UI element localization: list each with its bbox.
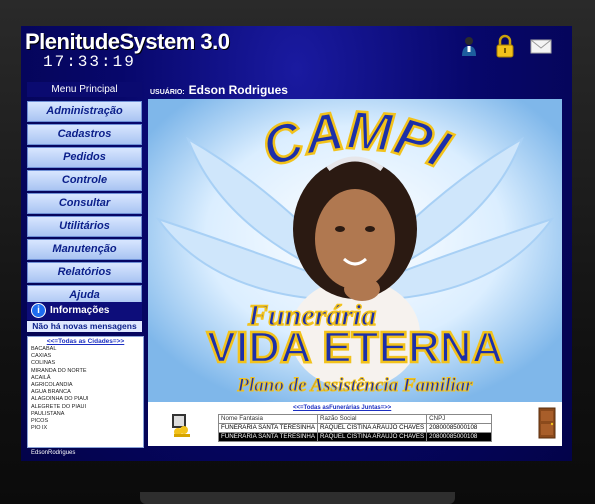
menu-item-relatorios[interactable]: Relatórios	[27, 262, 142, 283]
banner: CAMPI Funerária VIDA ETERNA Plano de Ass…	[148, 99, 562, 402]
list-item[interactable]: MIRANDA DO NORTE	[31, 368, 143, 375]
list-item[interactable]: AGUA BRANCA	[31, 389, 143, 396]
menu-item-consultar[interactable]: Consultar	[27, 193, 142, 214]
list-item[interactable]: ALEGRETE DO PIAUI	[31, 404, 143, 411]
table-cell: RAQUEL CISTINA ARAUJO CHAVES	[316, 432, 428, 442]
table-cell: RAQUEL CISTINA ARAUJO CHAVES	[316, 423, 428, 433]
people-icon[interactable]	[170, 410, 194, 438]
clock: 17:33:19	[43, 53, 136, 71]
table-cell: 20800085000108	[426, 432, 493, 442]
table-header-row: Nome Fantasia Razão Social CNPJ	[218, 414, 493, 424]
all-funerarias-link[interactable]: <<=Todas asFunerárias Juntas=>>	[293, 405, 391, 411]
column-header[interactable]: Razão Social	[316, 414, 428, 424]
info-label: Informações	[50, 305, 110, 316]
table-cell: FUNERARIA SANTA TERESINHA	[218, 423, 318, 433]
list-item[interactable]: CAXIAS	[31, 353, 143, 360]
app-title: PlenitudeSystem 3.0	[25, 29, 230, 54]
user-name: Edson Rodrigues	[188, 83, 288, 97]
all-cities-link[interactable]: <<=Todas as Cidades=>>	[28, 337, 143, 346]
monitor-stand	[140, 492, 455, 504]
menu-item-manutencao[interactable]: Manutenção	[27, 239, 142, 260]
menu-item-utilitarios[interactable]: Utilitários	[27, 216, 142, 237]
list-item[interactable]: ALAGOINHA DO PIAUI	[31, 396, 143, 403]
list-item[interactable]: PICOS	[31, 418, 143, 425]
cities-panel: <<=Todas as Cidades=>> BACABAL CAXIAS CO…	[27, 336, 144, 448]
user-label: USUÁRIO:	[150, 89, 185, 96]
info-icon: i	[31, 302, 46, 318]
table-cell: FUNERARIA SANTA TERESINHA	[218, 432, 318, 442]
screen: PlenitudeSystem 3.0 17:33:19 Menu Princi…	[21, 26, 572, 461]
brand-text: VIDA ETERNA	[207, 323, 504, 372]
list-item[interactable]: PIO IX	[31, 425, 143, 432]
menu-item-pedidos[interactable]: Pedidos	[27, 147, 142, 168]
menu-item-controle[interactable]: Controle	[27, 170, 142, 191]
banner-artwork: CAMPI Funerária VIDA ETERNA Plano de Ass…	[148, 99, 562, 402]
user-bar: USUÁRIO: Edson Rodrigues	[148, 82, 562, 98]
funerarias-panel: <<=Todas asFunerárias Juntas=>> Nome Fan…	[148, 402, 562, 446]
info-header: i Informações	[27, 302, 142, 320]
funerarias-table: Nome Fantasia Razão Social CNPJ FUNERARI…	[218, 414, 493, 442]
lock-icon[interactable]	[493, 34, 517, 58]
column-header[interactable]: Nome Fantasia	[218, 414, 318, 424]
menu-header: Menu Principal	[27, 82, 142, 97]
exit-door-icon[interactable]	[538, 407, 556, 439]
footer-username: EdsonRodrigues	[31, 450, 76, 456]
app-window: PlenitudeSystem 3.0 17:33:19 Menu Princi…	[21, 26, 572, 461]
plan-text: Plano de Assistência Familiar	[236, 375, 473, 396]
cities-list: BACABAL CAXIAS COLINAS MIRANDA DO NORTE …	[28, 346, 143, 432]
mail-icon[interactable]	[529, 34, 553, 58]
list-item[interactable]: PAULISTANA	[31, 411, 143, 418]
column-header[interactable]: CNPJ	[426, 414, 493, 424]
user-icon[interactable]	[457, 34, 481, 58]
menu-item-administracao[interactable]: Administração	[27, 101, 142, 122]
table-row-selected[interactable]: FUNERARIA SANTA TERESINHA RAQUEL CISTINA…	[218, 432, 493, 442]
menu-item-cadastros[interactable]: Cadastros	[27, 124, 142, 145]
messages-status: Não há novas mensagens	[27, 321, 142, 332]
table-cell: 20800085000108	[426, 423, 493, 433]
list-item[interactable]: COLINAS	[31, 360, 143, 367]
main-menu: Menu Principal Administração Cadastros P…	[27, 82, 142, 306]
table-row[interactable]: FUNERARIA SANTA TERESINHA RAQUEL CISTINA…	[218, 423, 493, 433]
list-item[interactable]: BACABAL	[31, 346, 143, 353]
list-item[interactable]: ACAILÂ	[31, 375, 143, 382]
list-item[interactable]: AGRICOLANDIA	[31, 382, 143, 389]
